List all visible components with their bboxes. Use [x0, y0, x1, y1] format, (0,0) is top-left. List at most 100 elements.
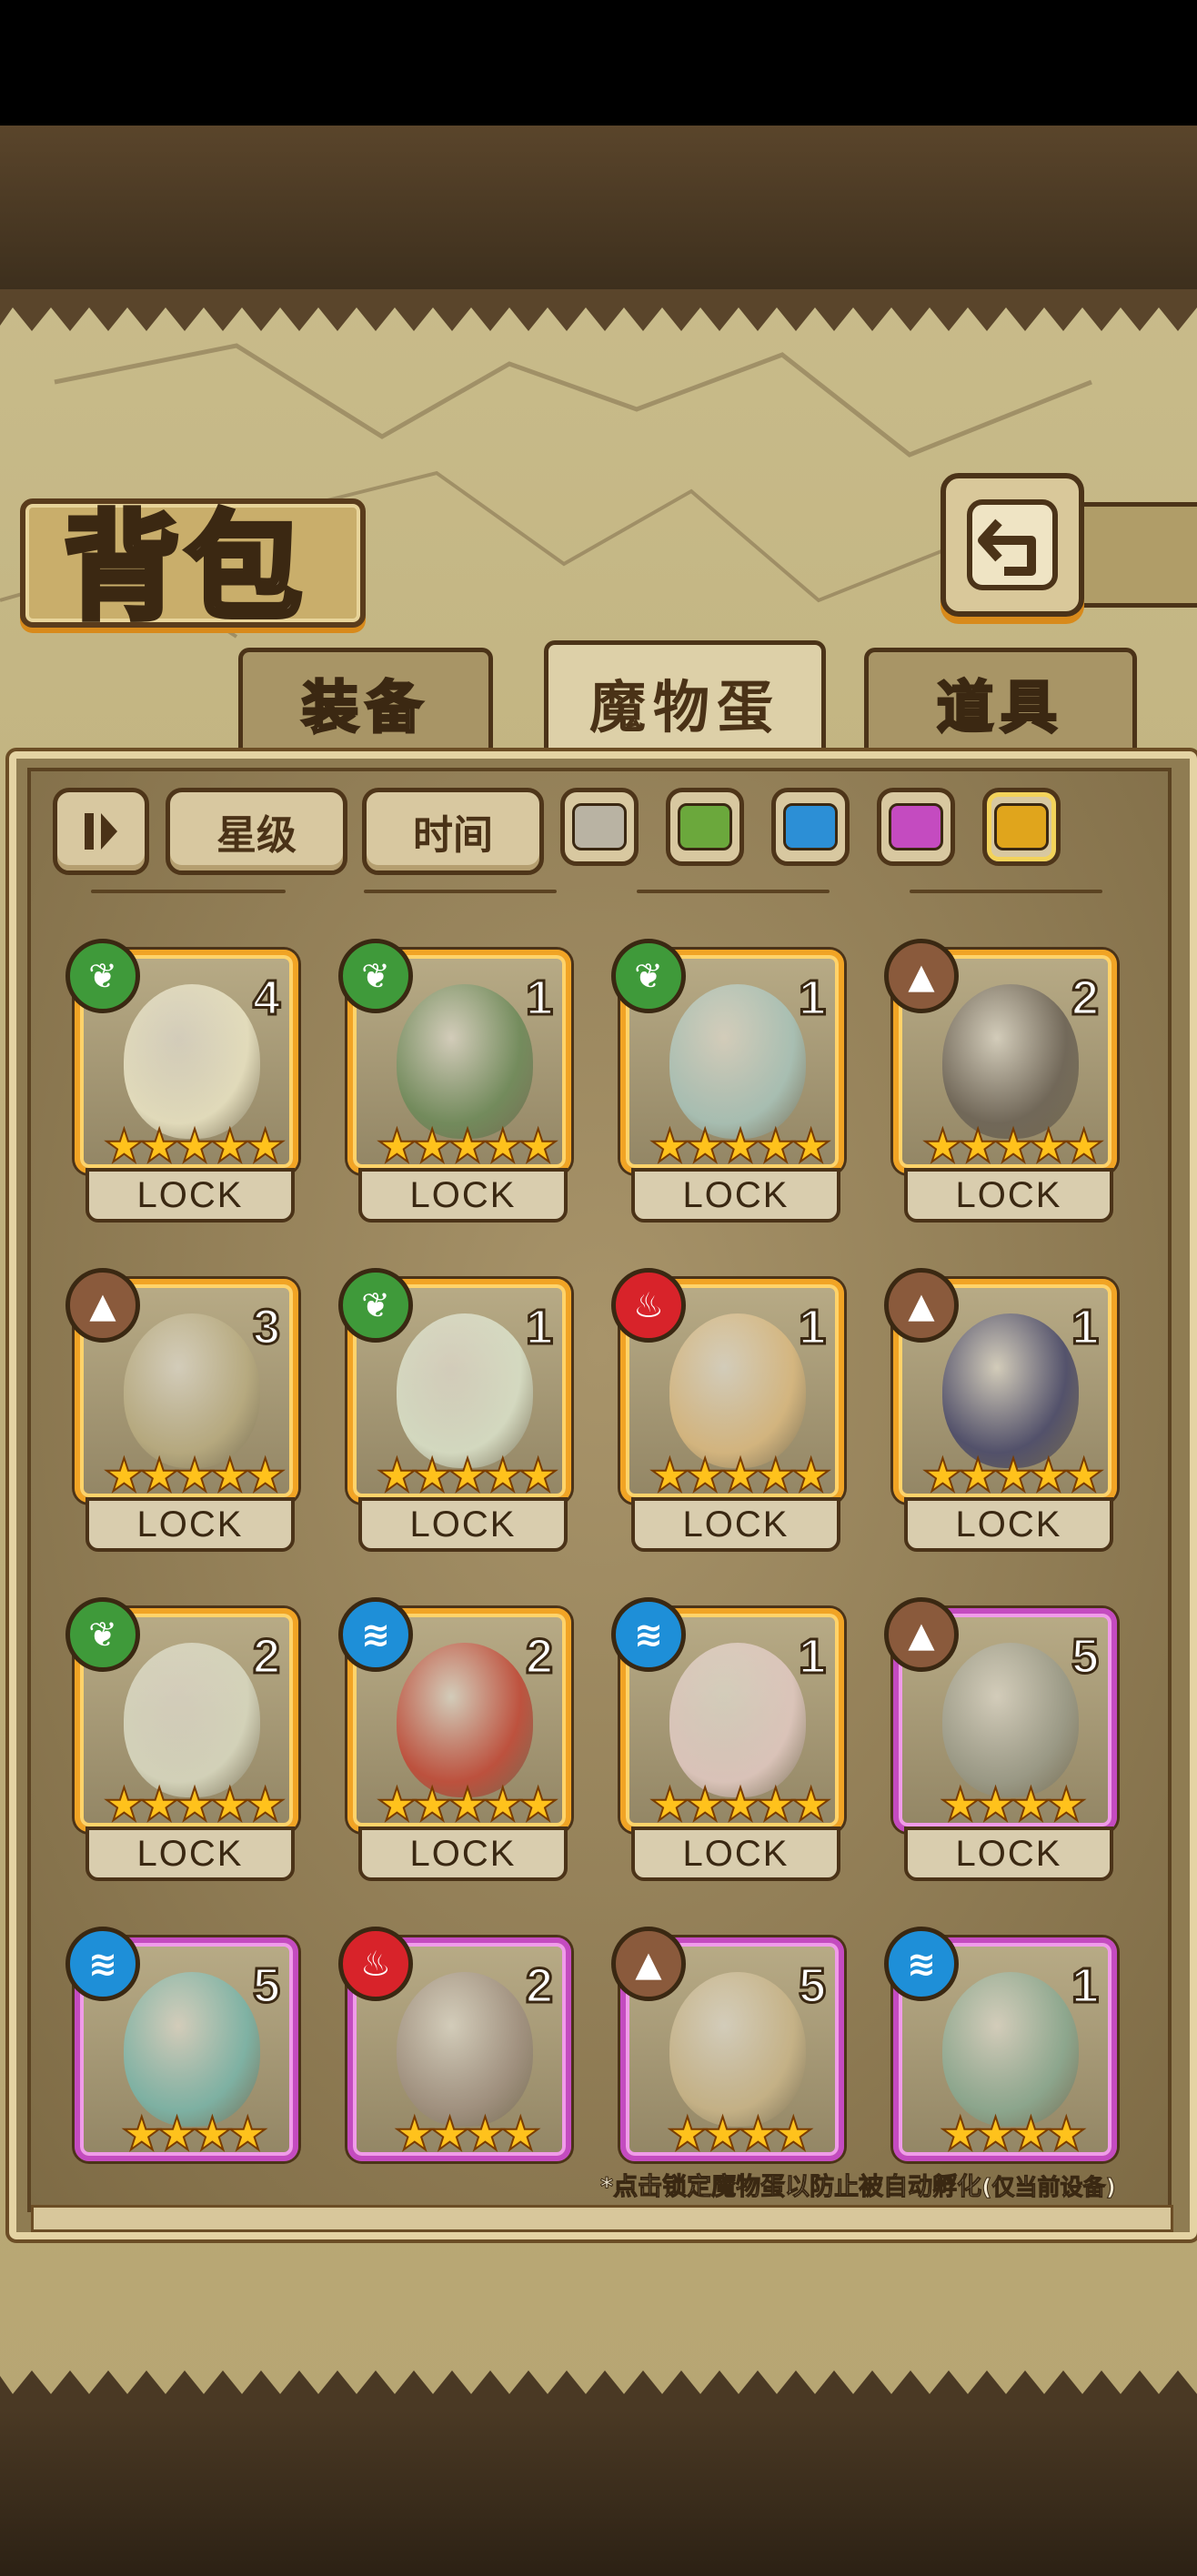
egg-count: 4 — [251, 970, 281, 1027]
zigzag-bottom — [0, 2370, 1197, 2412]
monster-egg-image — [669, 1972, 806, 2127]
lock-hint-scope: (仅当前设备) — [981, 2174, 1117, 2201]
star-rating: ★★★★★ — [649, 1777, 832, 1831]
grass-element-icon: ❦ — [338, 1268, 413, 1343]
earth-element-icon: ▲ — [884, 1597, 959, 1672]
egg-count: 5 — [797, 1957, 827, 2015]
star-rating: ★★★★ — [120, 2107, 268, 2160]
egg-count: 3 — [251, 1299, 281, 1356]
blue-swatch — [783, 803, 838, 850]
zigzag-top — [0, 289, 1197, 331]
status-bar — [0, 0, 1197, 126]
monster-egg-image — [942, 1643, 1079, 1797]
fire-element-icon: ♨ — [611, 1268, 686, 1343]
monster-egg-image — [124, 984, 260, 1139]
water-element-icon: ≋ — [884, 1927, 959, 2001]
star-rating: ★★★★★ — [921, 1119, 1105, 1172]
water-element-icon: ≋ — [65, 1927, 140, 2001]
filter-gold-rarity[interactable] — [982, 788, 1061, 866]
filter-blue-rarity[interactable] — [771, 788, 850, 866]
tab-equipment[interactable]: 装备 — [238, 648, 493, 752]
lock-button[interactable]: LOCK — [358, 1826, 568, 1881]
grass-element-icon: ❦ — [65, 939, 140, 1013]
gray-swatch — [572, 803, 627, 850]
filter-purple-rarity[interactable] — [877, 788, 955, 866]
monster-egg-image — [124, 1643, 260, 1797]
star-rating: ★★★★ — [939, 1777, 1087, 1831]
monster-egg-image — [397, 1972, 533, 2127]
lock-hint-main: *点击锁定魔物蛋以防止被自动孵化 — [599, 2173, 982, 2202]
sort-by-star-label: 星级 — [216, 812, 297, 859]
divider — [637, 890, 830, 893]
star-rating: ★★★★★ — [921, 1448, 1105, 1502]
lock-button[interactable]: LOCK — [86, 1497, 295, 1552]
tab-monster-eggs[interactable]: 魔物蛋 — [544, 640, 826, 760]
lock-button[interactable]: LOCK — [904, 1497, 1113, 1552]
monster-egg-image — [942, 1972, 1079, 2127]
sort-toggle-icon — [85, 813, 117, 850]
star-rating: ★★★★★ — [103, 1119, 287, 1172]
purple-swatch — [889, 803, 943, 850]
grass-element-icon: ❦ — [338, 939, 413, 1013]
sort-order-button[interactable] — [53, 788, 149, 875]
page-title: 背包 — [61, 497, 308, 639]
egg-count: 1 — [797, 970, 827, 1027]
grass-element-icon: ❦ — [611, 939, 686, 1013]
star-rating: ★★★★★ — [376, 1777, 559, 1831]
sort-by-star-button[interactable]: 星级 — [166, 788, 347, 875]
tab-items[interactable]: 道具 — [864, 648, 1137, 752]
earth-element-icon: ▲ — [611, 1927, 686, 2001]
egg-count: 1 — [1070, 1957, 1100, 2015]
star-rating: ★★★★ — [393, 2107, 541, 2160]
earth-element-icon: ▲ — [884, 1268, 959, 1343]
filter-gray-rarity[interactable] — [560, 788, 639, 866]
lock-button[interactable]: LOCK — [358, 1168, 568, 1223]
divider — [91, 890, 286, 893]
star-rating: ★★★★ — [666, 2107, 814, 2160]
star-rating: ★★★★★ — [103, 1777, 287, 1831]
filter-green-rarity[interactable] — [666, 788, 744, 866]
grass-element-icon: ❦ — [65, 1597, 140, 1672]
panel-bottom-rail — [31, 2205, 1173, 2232]
monster-egg-image — [669, 1313, 806, 1468]
lock-button[interactable]: LOCK — [904, 1168, 1113, 1223]
monster-egg-image — [397, 984, 533, 1139]
monster-egg-image — [669, 1643, 806, 1797]
lock-button[interactable]: LOCK — [631, 1497, 840, 1552]
earth-element-icon: ▲ — [65, 1268, 140, 1343]
star-rating: ★★★★★ — [376, 1448, 559, 1502]
egg-count: 5 — [1070, 1628, 1100, 1685]
lock-hint-text: *点击锁定魔物蛋以防止被自动孵化(仅当前设备) — [599, 2167, 1117, 2202]
lock-button[interactable]: LOCK — [86, 1168, 295, 1223]
gold-swatch — [994, 803, 1049, 850]
monster-egg-image — [942, 1313, 1079, 1468]
star-rating: ★★★★ — [939, 2107, 1087, 2160]
sort-by-time-button[interactable]: 时间 — [362, 788, 544, 875]
egg-count: 1 — [524, 1299, 554, 1356]
egg-count: 5 — [251, 1957, 281, 2015]
lock-button[interactable]: LOCK — [904, 1826, 1113, 1881]
green-swatch — [678, 803, 732, 850]
lock-button[interactable]: LOCK — [86, 1826, 295, 1881]
background-top — [0, 126, 1197, 289]
egg-count: 2 — [251, 1628, 281, 1685]
egg-count: 2 — [1070, 970, 1100, 1027]
egg-count: 2 — [524, 1628, 554, 1685]
star-rating: ★★★★★ — [376, 1119, 559, 1172]
lock-button[interactable]: LOCK — [358, 1497, 568, 1552]
star-rating: ★★★★★ — [649, 1119, 832, 1172]
tab-label: 道具 — [935, 673, 1064, 742]
fire-element-icon: ♨ — [338, 1927, 413, 2001]
monster-egg-image — [942, 984, 1079, 1139]
lock-button[interactable]: LOCK — [631, 1826, 840, 1881]
monster-egg-image — [669, 984, 806, 1139]
star-rating: ★★★★★ — [649, 1448, 832, 1502]
lock-button[interactable]: LOCK — [631, 1168, 840, 1223]
egg-count: 1 — [1070, 1299, 1100, 1356]
back-button[interactable] — [940, 473, 1084, 617]
monster-egg-image — [124, 1313, 260, 1468]
earth-element-icon: ▲ — [884, 939, 959, 1013]
water-element-icon: ≋ — [611, 1597, 686, 1672]
water-element-icon: ≋ — [338, 1597, 413, 1672]
return-arrow-icon — [967, 499, 1058, 590]
